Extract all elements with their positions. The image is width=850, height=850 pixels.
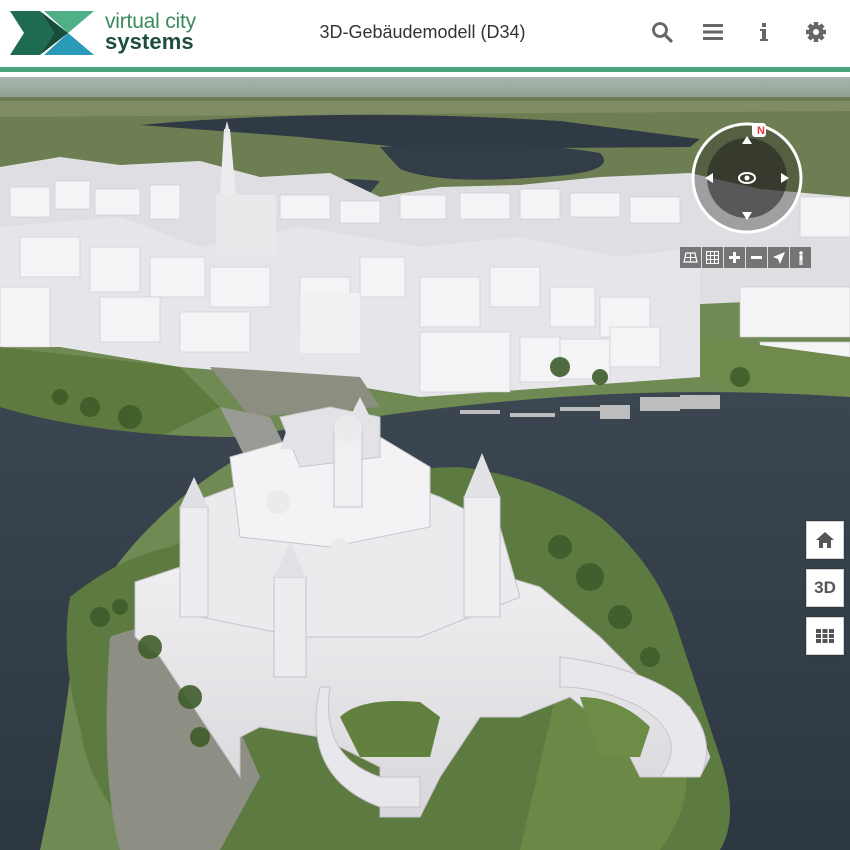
layers-button[interactable] xyxy=(806,617,844,655)
logo[interactable]: virtual city systems xyxy=(6,9,216,59)
navigation-toolbar xyxy=(680,247,811,269)
page-title: 3D-Gebäudemodell (D34) xyxy=(319,22,526,42)
location-arrow-icon xyxy=(772,251,785,264)
tilt-grid-icon xyxy=(683,252,698,263)
grid-icon xyxy=(706,251,719,264)
compass-north-label[interactable]: N xyxy=(754,124,768,138)
view-mode-label: 3D xyxy=(814,578,836,597)
pedestrian-icon xyxy=(798,250,803,265)
app-header: virtual city systems 3D-Gebäudemodell (D… xyxy=(0,0,850,72)
home-button[interactable] xyxy=(806,521,844,559)
logo-text-line2: systems xyxy=(105,29,194,54)
grid-view-button[interactable] xyxy=(702,247,723,268)
locate-button[interactable] xyxy=(768,247,789,268)
logo-mark-icon xyxy=(10,11,94,55)
zoom-in-button[interactable] xyxy=(724,247,745,268)
pedestrian-button[interactable] xyxy=(790,247,811,268)
gear-icon xyxy=(806,22,826,42)
home-icon xyxy=(816,532,834,548)
grid-dots-icon xyxy=(816,629,834,643)
search-button[interactable] xyxy=(649,19,675,45)
settings-button[interactable] xyxy=(803,19,829,45)
minus-icon xyxy=(751,256,762,259)
info-button[interactable] xyxy=(751,19,777,45)
hamburger-menu-icon xyxy=(703,24,723,40)
zoom-out-button[interactable] xyxy=(746,247,767,268)
menu-button[interactable] xyxy=(700,19,726,45)
oblique-view-button[interactable] xyxy=(680,247,701,268)
view-mode-3d-button[interactable]: 3D xyxy=(806,569,844,607)
compass-ring-icon xyxy=(691,122,803,234)
plus-icon xyxy=(729,252,740,263)
map-viewport[interactable]: N 3D xyxy=(0,77,850,850)
info-icon xyxy=(760,23,768,41)
navigation-compass[interactable]: N xyxy=(690,121,804,235)
search-icon xyxy=(652,22,673,43)
